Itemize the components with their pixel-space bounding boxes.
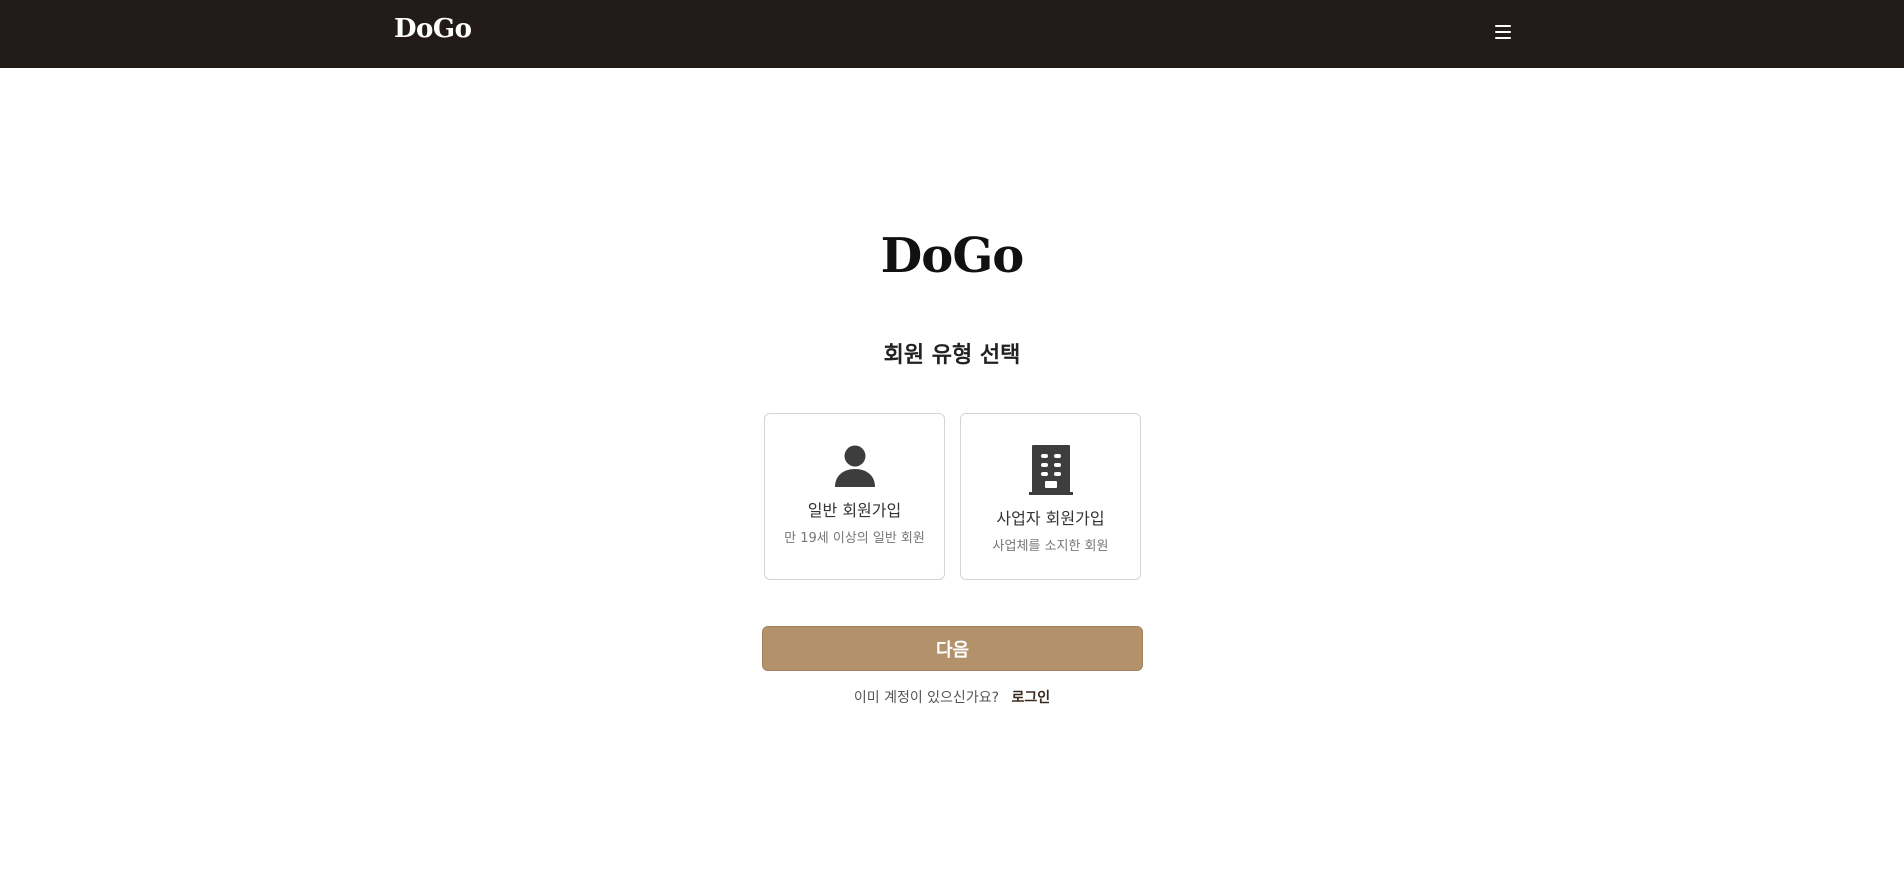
personal-signup-card[interactable]: 일반 회원가입 만 19세 이상의 일반 회원 [764, 413, 945, 580]
business-signup-title: 사업자 회원가입 [996, 509, 1105, 528]
business-signup-card[interactable]: 사업자 회원가입 사업체를 소지한 회원 [960, 413, 1141, 580]
building-icon [961, 444, 1140, 496]
page-title: 회원 유형 선택 [883, 343, 1021, 368]
login-prompt-row: 이미 계정이 있으신가요? 로그인 [0, 687, 1904, 707]
next-button[interactable]: 다음 [762, 626, 1143, 671]
brand-logo: DoGo [880, 228, 1025, 284]
person-icon [765, 444, 944, 488]
hamburger-menu-icon[interactable] [1492, 22, 1516, 42]
top-navbar: DoGo [0, 0, 1904, 68]
login-link[interactable]: 로그인 [1011, 690, 1050, 706]
personal-signup-description: 만 19세 이상의 일반 회원 [784, 531, 925, 546]
personal-signup-title: 일반 회원가입 [807, 501, 902, 520]
business-signup-description: 사업체를 소지한 회원 [992, 539, 1109, 554]
login-prompt-text: 이미 계정이 있으신가요? [853, 690, 1000, 706]
nav-logo[interactable]: DoGo [394, 14, 472, 44]
